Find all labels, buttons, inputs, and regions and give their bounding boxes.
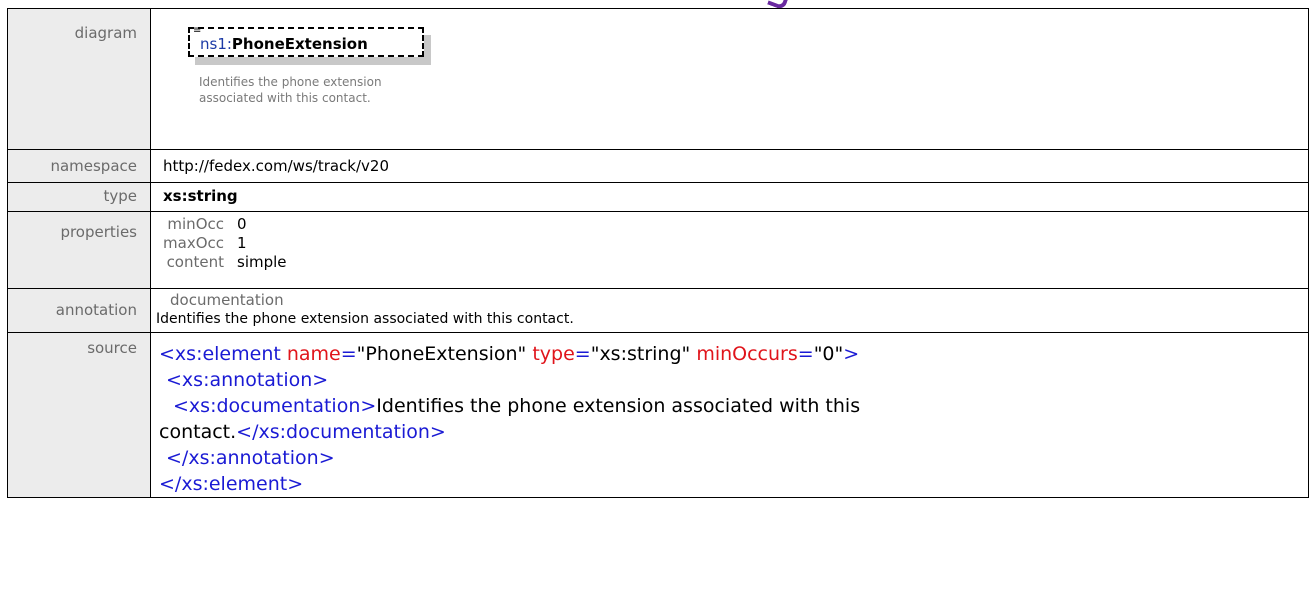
prop-value-content: simple — [237, 253, 287, 271]
source-line-3: <xs:documentation>Identifies the phone e… — [159, 393, 1308, 419]
annotation-title: documentation — [170, 291, 284, 309]
diagram-cell: ≡ ns1:PhoneExtension Identifies the phon… — [150, 8, 1309, 150]
eq-3: = — [797, 343, 814, 365]
attr-name: name — [286, 343, 341, 365]
prop-key-minocc: minOcc — [167, 215, 224, 233]
attr-minoccurs: minOccurs — [696, 343, 798, 365]
documentation-text: Identifies the phone extension associate… — [376, 395, 861, 417]
namespace-value: http://fedex.com/ws/track/v20 — [150, 149, 1309, 183]
eq-1: = — [340, 343, 357, 365]
source-line-6: </xs:element> — [159, 473, 304, 495]
row-type: type xs:string — [7, 182, 1309, 212]
diagram-element[interactable]: ≡ ns1:PhoneExtension — [188, 25, 424, 57]
tag-close-documentation: </xs:documentation> — [236, 421, 446, 443]
attr-type-value: "xs:string" — [590, 343, 691, 365]
label-annotation: annotation — [7, 288, 151, 333]
attr-type: type — [532, 343, 575, 365]
attr-minoccurs-value: "0" — [813, 343, 844, 365]
row-source: source <xs:element name="PhoneExtension"… — [7, 332, 1309, 498]
annotation-cell: documentation Identifies the phone exten… — [150, 288, 1309, 333]
source-line-2: <xs:annotation> — [166, 369, 329, 391]
documentation-text-cont: contact. — [159, 421, 237, 443]
label-namespace: namespace — [7, 149, 151, 183]
element-lines-icon: ≡ — [193, 25, 201, 36]
diagram-element-name: PhoneExtension — [231, 35, 368, 53]
eq-2: = — [574, 343, 591, 365]
type-value[interactable]: xs:string — [150, 182, 1309, 212]
source-code: <xs:element name="PhoneExtension" type="… — [159, 333, 1308, 497]
prop-value-maxocc: 1 — [237, 234, 247, 252]
source-line-4: contact.</xs:documentation> — [159, 419, 1308, 445]
tag-open-documentation: <xs:documentation> — [173, 395, 377, 417]
diagram-description: Identifies the phone extension associate… — [199, 75, 382, 105]
row-namespace: namespace http://fedex.com/ws/track/v20 — [7, 149, 1309, 183]
prop-value-minocc: 0 — [237, 215, 247, 233]
heading-fragment — [760, 0, 800, 8]
source-line-1: <xs:element name="PhoneExtension" type="… — [159, 341, 1308, 367]
prop-key-maxocc: maxOcc — [163, 234, 224, 252]
label-source: source — [7, 332, 151, 498]
label-diagram: diagram — [7, 8, 151, 150]
row-diagram: diagram ≡ ns1:PhoneExtension Identifies … — [7, 8, 1309, 150]
label-properties: properties — [7, 211, 151, 289]
attr-name-value: "PhoneExtension" — [356, 343, 527, 365]
element-properties-table: diagram ≡ ns1:PhoneExtension Identifies … — [7, 8, 1309, 498]
tag-close-bracket: > — [843, 343, 860, 365]
source-line-5: </xs:annotation> — [166, 447, 335, 469]
diagram-prefix: ns1: — [200, 35, 232, 53]
label-type: type — [7, 182, 151, 212]
tag-open-element: <xs:element — [159, 343, 281, 365]
element-diagram-box[interactable]: ≡ ns1:PhoneExtension — [188, 25, 431, 65]
row-properties: properties minOcc 0 maxOcc 1 content sim… — [7, 211, 1309, 289]
properties-cell: minOcc 0 maxOcc 1 content simple — [150, 211, 1309, 289]
annotation-text: Identifies the phone extension associate… — [156, 311, 574, 327]
source-cell: <xs:element name="PhoneExtension" type="… — [150, 332, 1309, 498]
prop-key-content: content — [166, 253, 224, 271]
row-annotation: annotation documentation Identifies the … — [7, 288, 1309, 333]
